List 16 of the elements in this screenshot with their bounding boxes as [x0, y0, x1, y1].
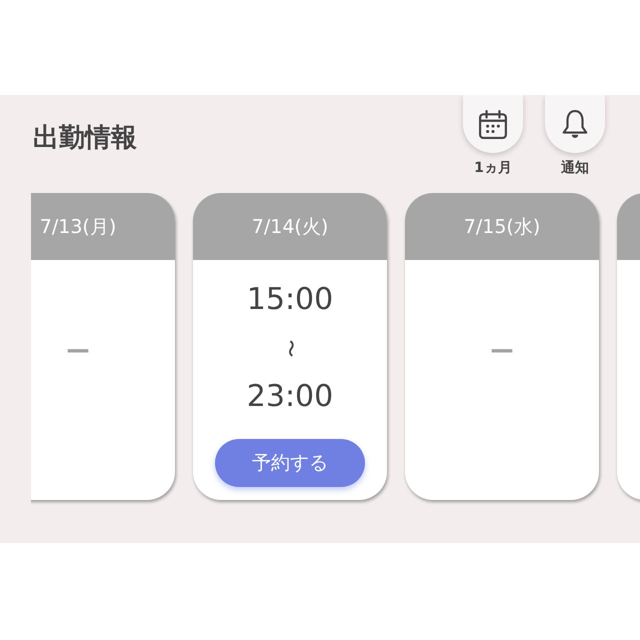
section-title: 出勤情報: [33, 122, 137, 154]
calendar-button[interactable]: [463, 95, 523, 153]
time-range-separator: 〜: [278, 340, 302, 358]
button-label: 通知: [561, 159, 589, 177]
bell-icon: [561, 110, 589, 138]
no-shift-dash: ー: [490, 337, 514, 368]
day-header: 7/13(月): [40, 214, 116, 240]
shift-start-time: 15:00: [246, 281, 334, 319]
no-shift-dash: ー: [66, 337, 90, 368]
shift-end-time: 23:00: [246, 378, 334, 416]
button-label: 1ヵ月: [474, 159, 512, 177]
day-header: 7/15(水): [464, 214, 540, 240]
day-header: 7/14(火): [252, 214, 328, 240]
notification-button[interactable]: [545, 95, 605, 153]
calendar-icon: [479, 110, 507, 138]
reserve-button[interactable]: 予約する: [215, 439, 365, 487]
